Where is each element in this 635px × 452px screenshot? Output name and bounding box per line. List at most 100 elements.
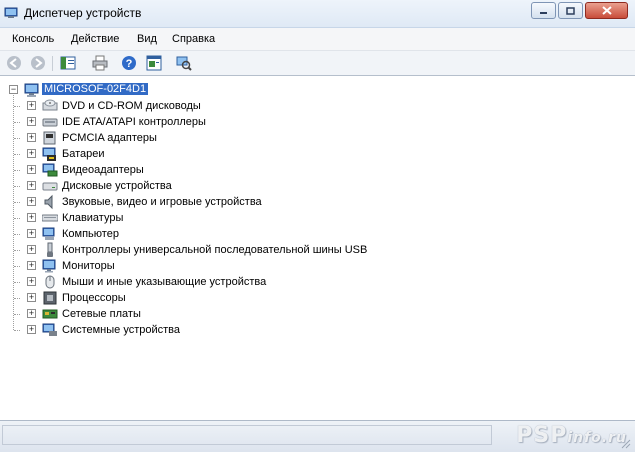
expand-toggle[interactable]: + [27, 165, 36, 174]
expand-toggle[interactable]: + [27, 133, 36, 142]
usb-icon [47, 242, 53, 257]
tree-item-label[interactable]: Системные устройства [62, 324, 180, 336]
close-button[interactable] [585, 2, 628, 19]
device-tree: − MICROSOF-02F4D1 + DVD и CD-ROM дисковод… [0, 76, 635, 420]
system-devices-icon [42, 323, 57, 336]
tree-line [14, 266, 20, 267]
tree-item[interactable]: + Видеоадаптеры [0, 162, 420, 178]
monitor-icon [42, 259, 56, 273]
tree-item[interactable]: + IDE ATA/ATAPI контроллеры [0, 114, 420, 130]
tree-line [14, 106, 20, 107]
expand-toggle[interactable]: + [27, 149, 36, 158]
tree-line [14, 250, 20, 251]
properties-button[interactable] [146, 55, 162, 71]
status-bar: PSPinfo.ru [0, 420, 635, 452]
forward-icon [31, 56, 45, 70]
expand-toggle[interactable]: + [27, 245, 36, 254]
tree-root-label[interactable]: MICROSOF-02F4D1 [42, 83, 149, 95]
expand-toggle[interactable]: + [27, 325, 36, 334]
tree-item[interactable]: + Компьютер [0, 226, 420, 242]
console-tree-icon [60, 56, 76, 70]
properties-icon [146, 55, 162, 71]
tree-item[interactable]: + Системные устройства [0, 322, 420, 338]
toolbar: ? [0, 51, 635, 76]
tree-item-label[interactable]: Звуковые, видео и игровые устройства [62, 196, 262, 208]
toolbar-separator [52, 56, 53, 71]
tree-item[interactable]: + Мыши и иные указывающие устройства [0, 274, 420, 290]
print-icon [92, 55, 108, 71]
cdrom-icon [42, 99, 58, 111]
console-tree-button[interactable] [60, 55, 76, 71]
help-icon: ? [122, 56, 136, 70]
expand-toggle[interactable]: + [27, 261, 36, 270]
tree-item[interactable]: + Клавиатуры [0, 210, 420, 226]
title-bar[interactable]: Диспетчер устройств [0, 0, 635, 28]
menu-help[interactable]: Справка [172, 33, 215, 45]
tree-item-label[interactable]: DVD и CD-ROM дисководы [62, 100, 201, 112]
tree-item[interactable]: + Батареи [0, 146, 420, 162]
tree-item[interactable]: + Мониторы [0, 258, 420, 274]
tree-item-label[interactable]: Процессоры [62, 292, 126, 304]
disk-drive-icon [42, 182, 58, 191]
status-field [2, 425, 492, 445]
tree-item-label[interactable]: Мониторы [62, 260, 115, 272]
expand-toggle[interactable]: + [27, 229, 36, 238]
forward-button[interactable] [30, 55, 46, 71]
tree-item-label[interactable]: Компьютер [62, 228, 119, 240]
scan-hardware-icon [176, 56, 192, 71]
tree-item-label[interactable]: Контроллеры универсальной последовательн… [62, 244, 367, 256]
tree-line [14, 202, 20, 203]
svg-text:?: ? [126, 58, 133, 70]
battery-icon [42, 147, 56, 161]
tree-item[interactable]: + Дисковые устройства [0, 178, 420, 194]
menu-action[interactable]: Действие [71, 33, 119, 45]
watermark-main: PSP [516, 423, 568, 448]
computer-icon [42, 227, 55, 240]
expand-toggle[interactable]: + [27, 213, 36, 222]
scan-hardware-button[interactable] [176, 55, 192, 71]
network-card-icon [42, 309, 58, 319]
tree-item[interactable]: + DVD и CD-ROM дисководы [0, 98, 420, 114]
menu-view[interactable]: Вид [137, 33, 157, 45]
tree-line [14, 298, 20, 299]
tree-root[interactable]: − MICROSOF-02F4D1 [0, 82, 300, 98]
tree-item[interactable]: + Процессоры [0, 290, 420, 306]
collapse-toggle[interactable]: − [9, 85, 18, 94]
tree-item[interactable]: + Сетевые платы [0, 306, 420, 322]
tree-item-label[interactable]: Дисковые устройства [62, 180, 172, 192]
processor-icon [43, 291, 57, 305]
tree-item-label[interactable]: Видеоадаптеры [62, 164, 144, 176]
expand-toggle[interactable]: + [27, 181, 36, 190]
resize-grip-icon[interactable] [619, 437, 631, 449]
expand-toggle[interactable]: + [27, 277, 36, 286]
tree-item[interactable]: + PCMCIA адаптеры [0, 130, 420, 146]
expand-toggle[interactable]: + [27, 117, 36, 126]
expand-toggle[interactable]: + [27, 309, 36, 318]
expand-toggle[interactable]: + [27, 101, 36, 110]
expand-toggle[interactable]: + [27, 293, 36, 302]
tree-item-label[interactable]: Сетевые платы [62, 308, 141, 320]
tree-line [14, 282, 20, 283]
tree-item-label[interactable]: PCMCIA адаптеры [62, 132, 157, 144]
tree-item[interactable]: + Звуковые, видео и игровые устройства [0, 194, 420, 210]
back-icon [7, 56, 21, 70]
help-button[interactable]: ? [121, 55, 137, 71]
minimize-button[interactable] [531, 2, 556, 19]
tree-item-label[interactable]: IDE ATA/ATAPI контроллеры [62, 116, 206, 128]
device-manager-icon [4, 7, 18, 18]
tree-line [14, 314, 20, 315]
tree-item-label[interactable]: Батареи [62, 148, 105, 160]
back-button[interactable] [6, 55, 22, 71]
tree-line [14, 186, 20, 187]
tree-item[interactable]: + Контроллеры универсальной последователь… [0, 242, 420, 258]
display-adapter-icon [42, 163, 58, 177]
keyboard-icon [42, 214, 58, 222]
maximize-button[interactable] [558, 2, 583, 19]
sound-icon [44, 194, 53, 210]
expand-toggle[interactable]: + [27, 197, 36, 206]
tree-item-label[interactable]: Мыши и иные указывающие устройства [62, 276, 266, 288]
minimize-icon [540, 11, 547, 14]
print-button[interactable] [92, 55, 108, 71]
tree-item-label[interactable]: Клавиатуры [62, 212, 123, 224]
menu-console[interactable]: Консоль [12, 33, 54, 45]
